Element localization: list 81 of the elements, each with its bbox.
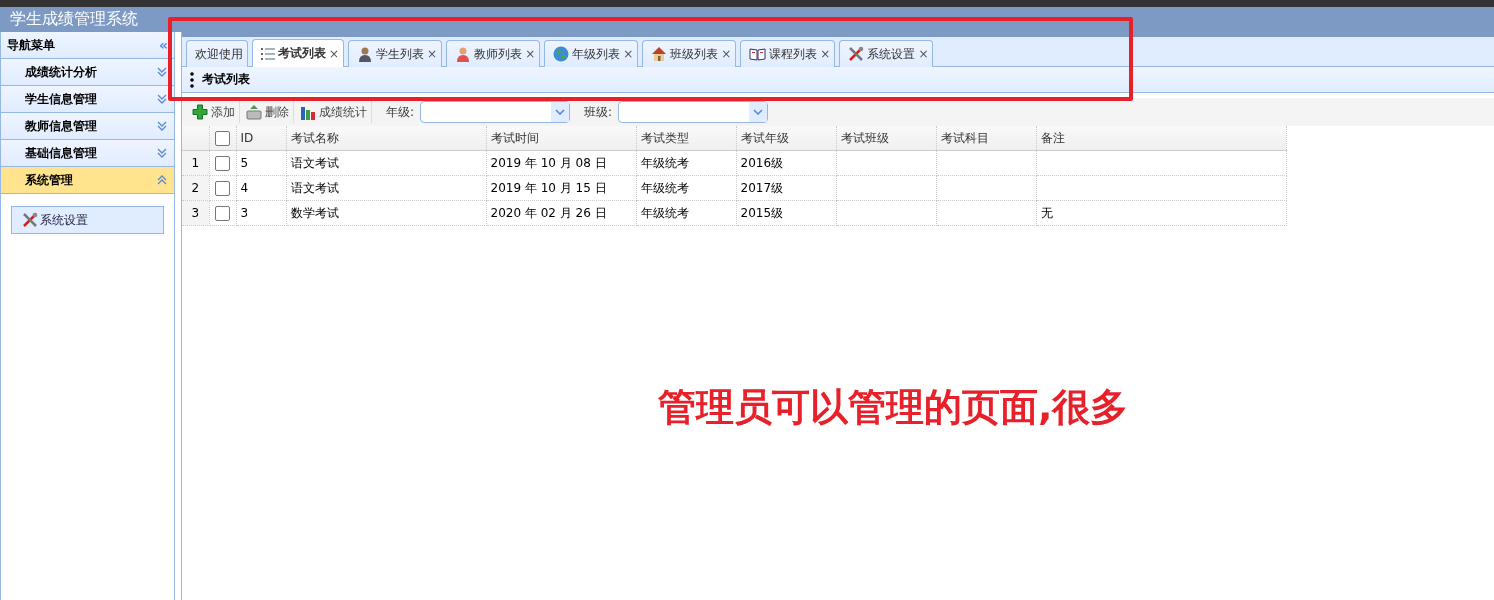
checkbox[interactable] [215,205,230,221]
close-icon[interactable]: × [820,47,831,61]
toolbar-button[interactable]: 添加 [188,101,240,123]
tab[interactable]: 欢迎使用 [186,40,248,67]
table-cell: 2017级 [740,180,784,195]
close-icon[interactable]: × [623,47,634,61]
tab[interactable]: 教师列表 × [446,40,541,67]
dropdown-icon [555,109,566,115]
combo-field[interactable] [618,101,769,123]
chevron-down-icon [156,66,168,78]
basket-icon [246,104,262,120]
panel-title: 考试列表 [202,71,250,88]
person-icon [357,46,374,62]
row-number: 3 [182,200,209,226]
sidebar-section[interactable]: 教师信息管理 [1,113,174,140]
tab[interactable]: 学生列表 × [348,40,443,67]
sidebar-section[interactable]: 系统管理 [1,167,174,194]
close-icon[interactable]: × [525,47,536,61]
table-cell: 2015级 [740,205,784,220]
tab[interactable]: 年级列表 × [544,40,639,67]
row-number: 1 [182,150,209,176]
table-cell: 无 [1040,205,1053,220]
table-cell: 4 [240,181,249,195]
chevron-down-icon [156,93,168,105]
chevron-down-icon [156,147,168,159]
table-cell: 数学考试 [290,205,339,220]
table-cell: 年级统考 [640,205,689,220]
table-cell: 2019 年 10 月 08 日 [490,155,607,170]
table-cell: 2020 年 02 月 26 日 [490,205,607,220]
checkbox[interactable] [215,130,230,146]
table-cell: 语文考试 [290,180,339,195]
filter-label: 年级: [386,103,415,121]
column-header[interactable]: ID [236,126,286,151]
table-cell: 2019 年 10 月 15 日 [490,180,607,195]
globe-icon [553,46,570,62]
sidebar-item[interactable]: 系统设置 [11,206,164,234]
bar-chart-icon [300,104,316,120]
person-icon [455,46,472,62]
menu-dots-icon [190,71,194,88]
sidebar-title: 导航菜单 [7,36,55,54]
table-cell: 年级统考 [640,155,689,170]
tab[interactable]: 课程列表 × [740,40,836,67]
dropdown-icon [753,109,764,115]
table-cell: 2016级 [740,155,784,170]
close-icon[interactable]: × [329,46,340,61]
chevron-down-icon [156,120,168,132]
table-cell: 3 [240,206,249,220]
close-icon[interactable]: × [721,47,732,61]
toolbar-button[interactable]: 成绩统计 [296,101,372,123]
tab[interactable]: 系统设置 × [839,40,934,67]
close-icon[interactable]: × [427,47,438,61]
filter-label: 班级: [584,103,613,121]
sidebar-section[interactable]: 成绩统计分析 [1,59,174,86]
combo-field[interactable] [420,101,571,123]
checkbox[interactable] [215,180,230,196]
house-icon [651,46,668,62]
column-header[interactable]: 考试时间 [486,126,636,151]
column-header[interactable]: 考试名称 [286,126,486,151]
sidebar-section[interactable]: 学生信息管理 [1,86,174,113]
column-header[interactable]: 考试科目 [936,126,1036,151]
table-cell: 语文考试 [290,155,339,170]
plus-icon [192,104,208,120]
table-cell: 5 [240,156,249,170]
tab[interactable]: 考试列表 × [252,39,345,67]
table-cell: 年级统考 [640,180,689,195]
row-number: 2 [182,175,209,201]
column-header[interactable]: 考试年级 [736,126,836,151]
tab[interactable]: 班级列表 × [642,40,737,67]
chevron-up-icon [156,174,168,186]
column-header[interactable]: 备注 [1036,126,1286,151]
tools-icon [22,212,38,228]
sidebar-section[interactable]: 基础信息管理 [1,140,174,167]
toolbar-button[interactable]: 删除 [242,101,294,123]
column-header[interactable]: 考试班级 [836,126,936,151]
checkbox[interactable] [215,155,230,171]
column-header[interactable]: 考试类型 [636,126,736,151]
close-icon[interactable]: × [918,47,929,61]
annotation-text: 管理员可以管理的页面,很多 [658,384,1129,431]
list-icon [261,46,275,61]
tools-icon [848,46,865,62]
book-icon [749,47,767,61]
